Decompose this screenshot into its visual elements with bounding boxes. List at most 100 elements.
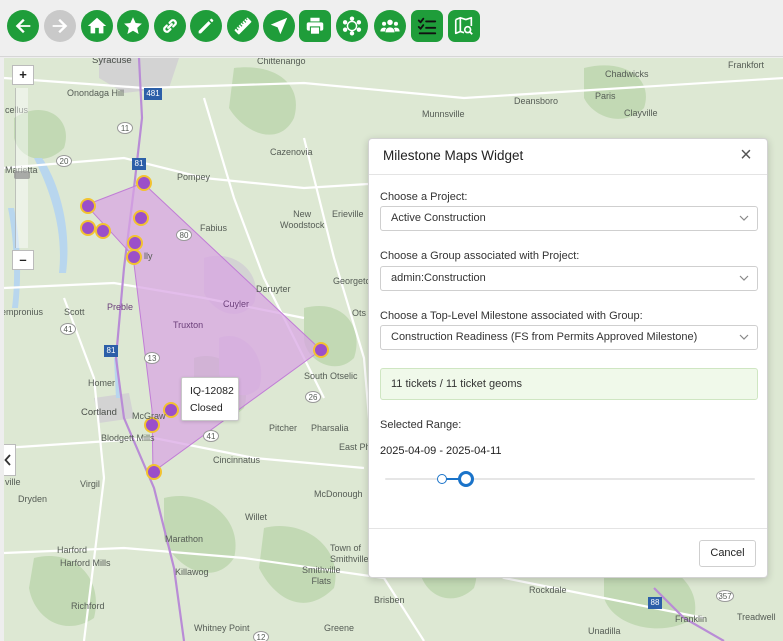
place-label: Cuyler (223, 299, 250, 309)
place-label: Unadilla (588, 626, 621, 636)
place-label: Virgil (80, 479, 100, 489)
zoom-slider-thumb[interactable] (14, 171, 30, 179)
place-label: Frankfort (728, 60, 765, 70)
ticket-marker (136, 175, 152, 191)
place-label: Harford Mills (60, 558, 111, 568)
ticket-marker (146, 464, 162, 480)
ticket-marker (127, 235, 143, 251)
print-button[interactable] (299, 10, 331, 42)
place-label: Deansboro (514, 96, 559, 106)
link-button[interactable] (154, 10, 186, 42)
place-label: New Woodstock (280, 209, 325, 230)
place-label: Fabius (200, 223, 228, 233)
place-label: empronius (4, 307, 44, 317)
printer-icon (306, 17, 324, 35)
route-shield: 357 (716, 590, 734, 602)
back-button[interactable] (7, 10, 39, 42)
ticket-tooltip: IQ-12082 Closed (181, 377, 239, 421)
divider (369, 528, 767, 529)
group-label: Choose a Group associated with Project: (380, 250, 580, 262)
place-label: Cortland (81, 407, 117, 418)
place-label: Rockdale (529, 585, 567, 595)
place-label: lly (144, 251, 153, 261)
place-label: Harford (57, 545, 88, 555)
place-label: Ots (352, 308, 367, 318)
map-search-icon (454, 16, 473, 35)
place-label: Truxton (173, 320, 204, 330)
network-button[interactable] (336, 10, 368, 42)
edit-button[interactable] (190, 10, 222, 42)
navigate-button[interactable] (263, 10, 295, 42)
panel-toggle-button[interactable] (4, 444, 16, 476)
milestone-select[interactable]: Construction Readiness (FS from Permits … (380, 325, 758, 350)
chevron-left-icon (4, 454, 11, 466)
place-label: Georgetc (333, 276, 371, 286)
users-button[interactable] (374, 10, 406, 42)
place-label: Blodgett Mills (101, 433, 155, 443)
place-label: Chadwicks (605, 69, 649, 79)
place-label: Munnsville (422, 109, 465, 119)
home-icon (87, 17, 107, 34)
place-label: Scott (64, 307, 85, 317)
place-label: Killawog (175, 567, 209, 577)
users-icon (380, 19, 400, 33)
place-label: Town of Smithville (330, 543, 369, 564)
measure-button[interactable] (227, 10, 259, 42)
ticket-marker (163, 402, 179, 418)
place-label: Whitney Point (194, 623, 250, 633)
route-shield: 41 (60, 323, 76, 335)
project-select-value: Active Construction (391, 212, 486, 224)
route-shield: 81 (132, 158, 146, 170)
route-shield: 80 (176, 229, 192, 241)
favorites-button[interactable] (117, 10, 149, 42)
star-icon (124, 17, 142, 34)
place-label: Willet (245, 512, 267, 522)
network-icon (342, 16, 362, 36)
checklist-button[interactable] (411, 10, 443, 42)
group-select[interactable]: admin:Construction (380, 266, 758, 291)
place-label: Franklin (675, 614, 708, 624)
milestone-label: Choose a Top-Level Milestone associated … (380, 310, 643, 322)
range-slider-end-handle[interactable] (458, 471, 474, 487)
route-shield: 11 (117, 122, 133, 134)
chevron-down-icon (739, 334, 749, 340)
ruler-icon (234, 17, 252, 35)
arrow-right-icon (52, 18, 68, 34)
ticket-count-info: 11 tickets / 11 ticket geoms (380, 368, 758, 400)
place-label: ville (5, 477, 21, 487)
milestone-select-value: Construction Readiness (FS from Permits … (391, 331, 698, 343)
group-select-value: admin:Construction (391, 272, 486, 284)
place-label: Homer (88, 378, 116, 388)
ticket-marker (313, 342, 329, 358)
location-arrow-icon (270, 17, 288, 35)
route-shield: 12 (253, 631, 269, 641)
range-value: 2025-04-09 - 2025-04-11 (380, 445, 502, 457)
divider (369, 174, 767, 175)
project-select[interactable]: Active Construction (380, 206, 758, 231)
zoom-out-button[interactable]: – (12, 250, 34, 270)
pencil-icon (198, 18, 214, 34)
place-label: Paris (595, 91, 616, 101)
forward-button[interactable] (44, 10, 76, 42)
place-label: Deruyter (256, 284, 291, 294)
map-search-button[interactable] (448, 10, 480, 42)
place-label: Erieville (332, 209, 364, 219)
cancel-button[interactable]: Cancel (699, 540, 756, 567)
project-label: Choose a Project: (380, 191, 468, 203)
home-button[interactable] (81, 10, 113, 42)
place-label: East Ph (339, 442, 371, 452)
ticket-marker (80, 198, 96, 214)
ticket-marker (95, 223, 111, 239)
place-label: Preble (107, 302, 134, 312)
zoom-slider-track[interactable] (15, 88, 28, 248)
milestone-maps-widget: Milestone Maps Widget × Choose a Project… (368, 138, 768, 578)
place-label: South Otselic (304, 371, 358, 381)
zoom-in-button[interactable]: + (12, 65, 34, 85)
range-slider-start-handle[interactable] (437, 474, 447, 484)
place-label: McDonough (314, 489, 363, 499)
route-shield: 41 (203, 430, 219, 442)
place-label: Treadwell (737, 612, 776, 622)
place-label: Brisben (374, 595, 405, 605)
place-label: Cincinnatus (213, 455, 261, 465)
close-button[interactable]: × (737, 145, 755, 165)
